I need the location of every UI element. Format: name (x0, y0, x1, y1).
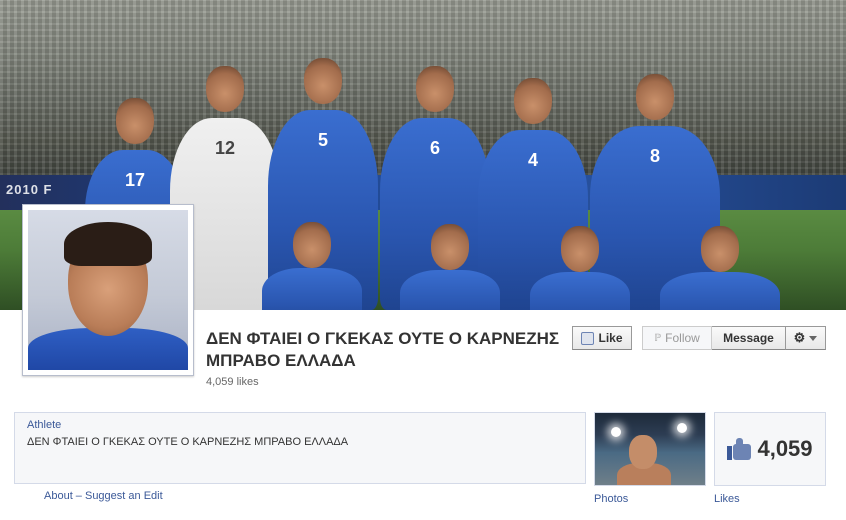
follow-button[interactable]: ℙ Follow (642, 326, 712, 350)
profile-photo (28, 210, 188, 370)
player (660, 226, 780, 310)
category-link[interactable]: Athlete (27, 419, 61, 431)
follow-label: Follow (665, 331, 700, 345)
like-label: Like (598, 331, 623, 345)
about-suggest-edit-link[interactable]: About – Suggest an Edit (44, 490, 163, 502)
page-description: ΔΕΝ ΦΤΑΙΕΙ Ο ΓΚΕΚΑΣ ΟΥΤΕ Ο ΚΑΡΝΕΖΗΣ ΜΠΡΑ… (27, 436, 349, 448)
settings-dropdown-button[interactable]: ⚙ (786, 326, 826, 350)
player (530, 226, 630, 310)
like-button[interactable]: Like (572, 326, 632, 350)
chevron-down-icon (809, 335, 818, 341)
message-button[interactable]: Message (712, 326, 786, 350)
player (262, 222, 362, 310)
rss-icon: ℙ (654, 332, 662, 344)
about-box: Athlete ΔΕΝ ΦΤΑΙΕΙ Ο ΓΚΕΚΑΣ ΟΥΤΕ Ο ΚΑΡΝΕ… (14, 412, 586, 484)
message-label: Message (723, 331, 774, 345)
likes-count: 4,059 likes (206, 376, 259, 388)
photos-link[interactable]: Photos (594, 493, 628, 505)
page-title: ΔΕΝ ΦΤΑΙΕΙ Ο ΓΚΕΚΑΣ ΟΥΤΕ Ο ΚΑΡΝΕΖΗΣ ΜΠΡΑ… (206, 329, 560, 370)
player (400, 224, 500, 310)
banner-text: 2010 F (6, 182, 53, 197)
photos-tile[interactable] (594, 412, 706, 486)
likes-tile[interactable]: 4,059 (714, 412, 826, 486)
gear-icon: ⚙ (793, 330, 806, 345)
like-thumb-icon (727, 438, 752, 460)
likes-number: 4,059 (757, 436, 813, 461)
profile-picture[interactable] (22, 204, 194, 376)
likes-link[interactable]: Likes (714, 493, 740, 505)
like-thumb-icon (581, 331, 595, 345)
